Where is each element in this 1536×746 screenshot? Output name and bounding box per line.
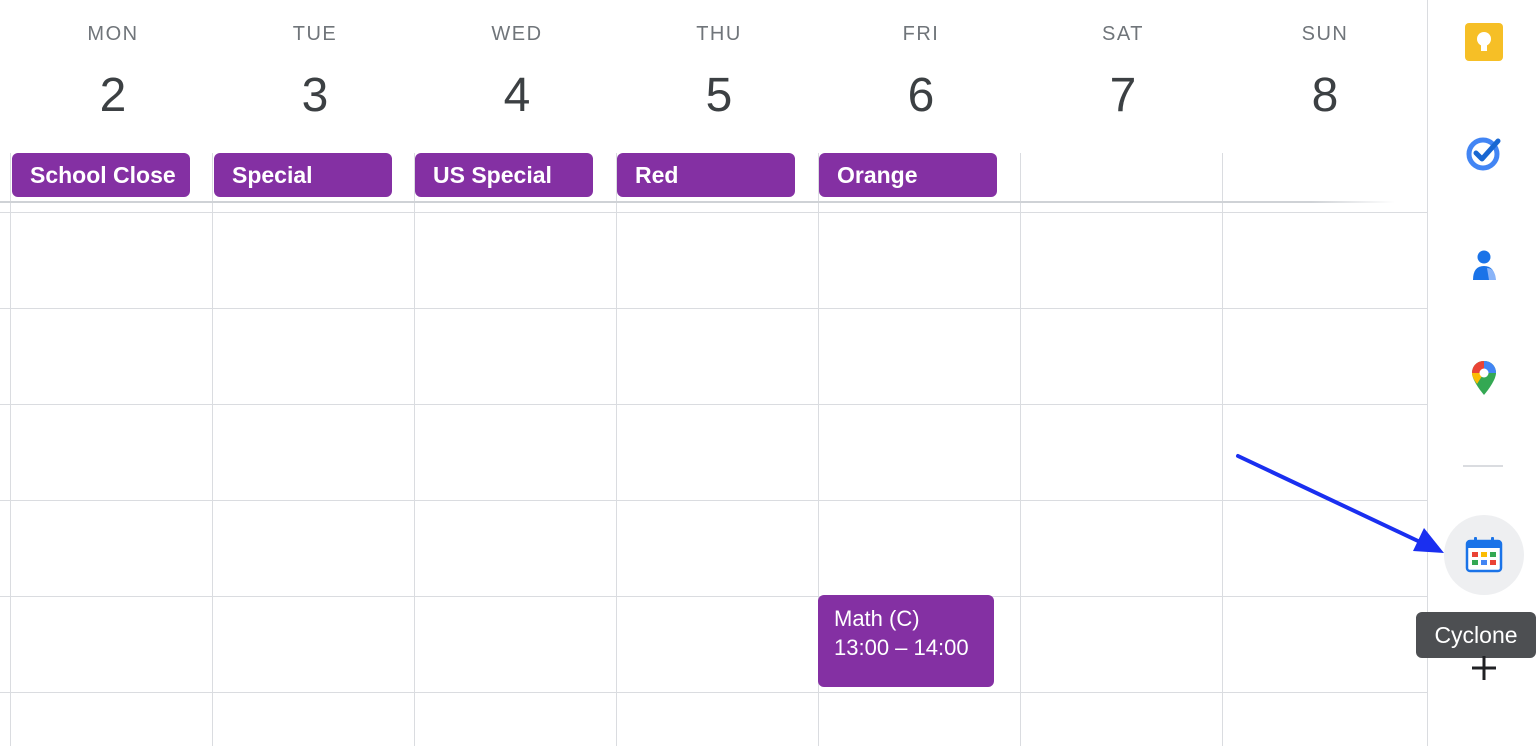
day-header-mon[interactable]: MON 2 (12, 0, 214, 150)
all-day-event-special[interactable]: Special (214, 153, 392, 197)
grid-column-line (414, 153, 415, 746)
all-day-event-orange[interactable]: Orange (819, 153, 997, 197)
grid-column-line (212, 153, 213, 746)
keep-icon[interactable] (1462, 20, 1506, 64)
day-header-thu[interactable]: THU 5 (618, 0, 820, 150)
event-title: Math (C) (834, 606, 920, 631)
day-number[interactable]: 2 (12, 66, 214, 126)
day-number[interactable]: 4 (416, 66, 618, 126)
event-math-c[interactable]: Math (C) 13:00 – 14:00 (818, 595, 994, 687)
day-of-week: SUN (1301, 23, 1349, 45)
contacts-icon[interactable] (1462, 243, 1506, 287)
grid-column-line (1222, 153, 1223, 746)
day-header-fri[interactable]: FRI 6 (820, 0, 1022, 150)
all-day-event-school-close[interactable]: School Close (12, 153, 190, 197)
day-number[interactable]: 7 (1022, 66, 1224, 126)
cyclone-addon-icon (1465, 537, 1503, 573)
grid-column-line (1020, 153, 1021, 746)
hour-line (0, 596, 1427, 597)
all-day-event-red[interactable]: Red (617, 153, 795, 197)
day-of-week: MON (87, 23, 139, 45)
day-of-week: THU (696, 23, 742, 45)
day-of-week: SAT (1102, 23, 1144, 45)
sidebar-divider (1463, 465, 1503, 467)
hour-line (0, 692, 1427, 693)
add-icon[interactable] (1464, 648, 1504, 688)
event-time: 13:00 – 14:00 (834, 635, 969, 660)
day-header-tue[interactable]: TUE 3 (214, 0, 416, 150)
day-number[interactable]: 5 (618, 66, 820, 126)
day-number[interactable]: 3 (214, 66, 416, 126)
all-day-event-us-special[interactable]: US Special (415, 153, 593, 197)
hour-line (0, 500, 1427, 501)
all-day-separator (0, 201, 1395, 203)
tasks-icon[interactable] (1462, 131, 1506, 175)
calendar-week-view: MON 2 TUE 3 WED 4 THU 5 FRI 6 SAT 7 SUN … (0, 0, 1427, 746)
hour-line (0, 212, 1427, 213)
grid-column-line (10, 153, 11, 746)
hour-line (0, 308, 1427, 309)
day-number[interactable]: 6 (820, 66, 1022, 126)
day-of-week: WED (491, 23, 543, 45)
hour-line (0, 404, 1427, 405)
day-header-sat[interactable]: SAT 7 (1022, 0, 1224, 150)
day-of-week: FRI (902, 23, 940, 45)
day-of-week: TUE (292, 23, 338, 45)
grid-column-line (616, 153, 617, 746)
day-number[interactable]: 8 (1224, 66, 1426, 126)
maps-icon[interactable] (1462, 356, 1506, 400)
cyclone-addon-button[interactable] (1444, 515, 1524, 595)
day-header-wed[interactable]: WED 4 (416, 0, 618, 150)
day-header-sun[interactable]: SUN 8 (1224, 0, 1426, 150)
